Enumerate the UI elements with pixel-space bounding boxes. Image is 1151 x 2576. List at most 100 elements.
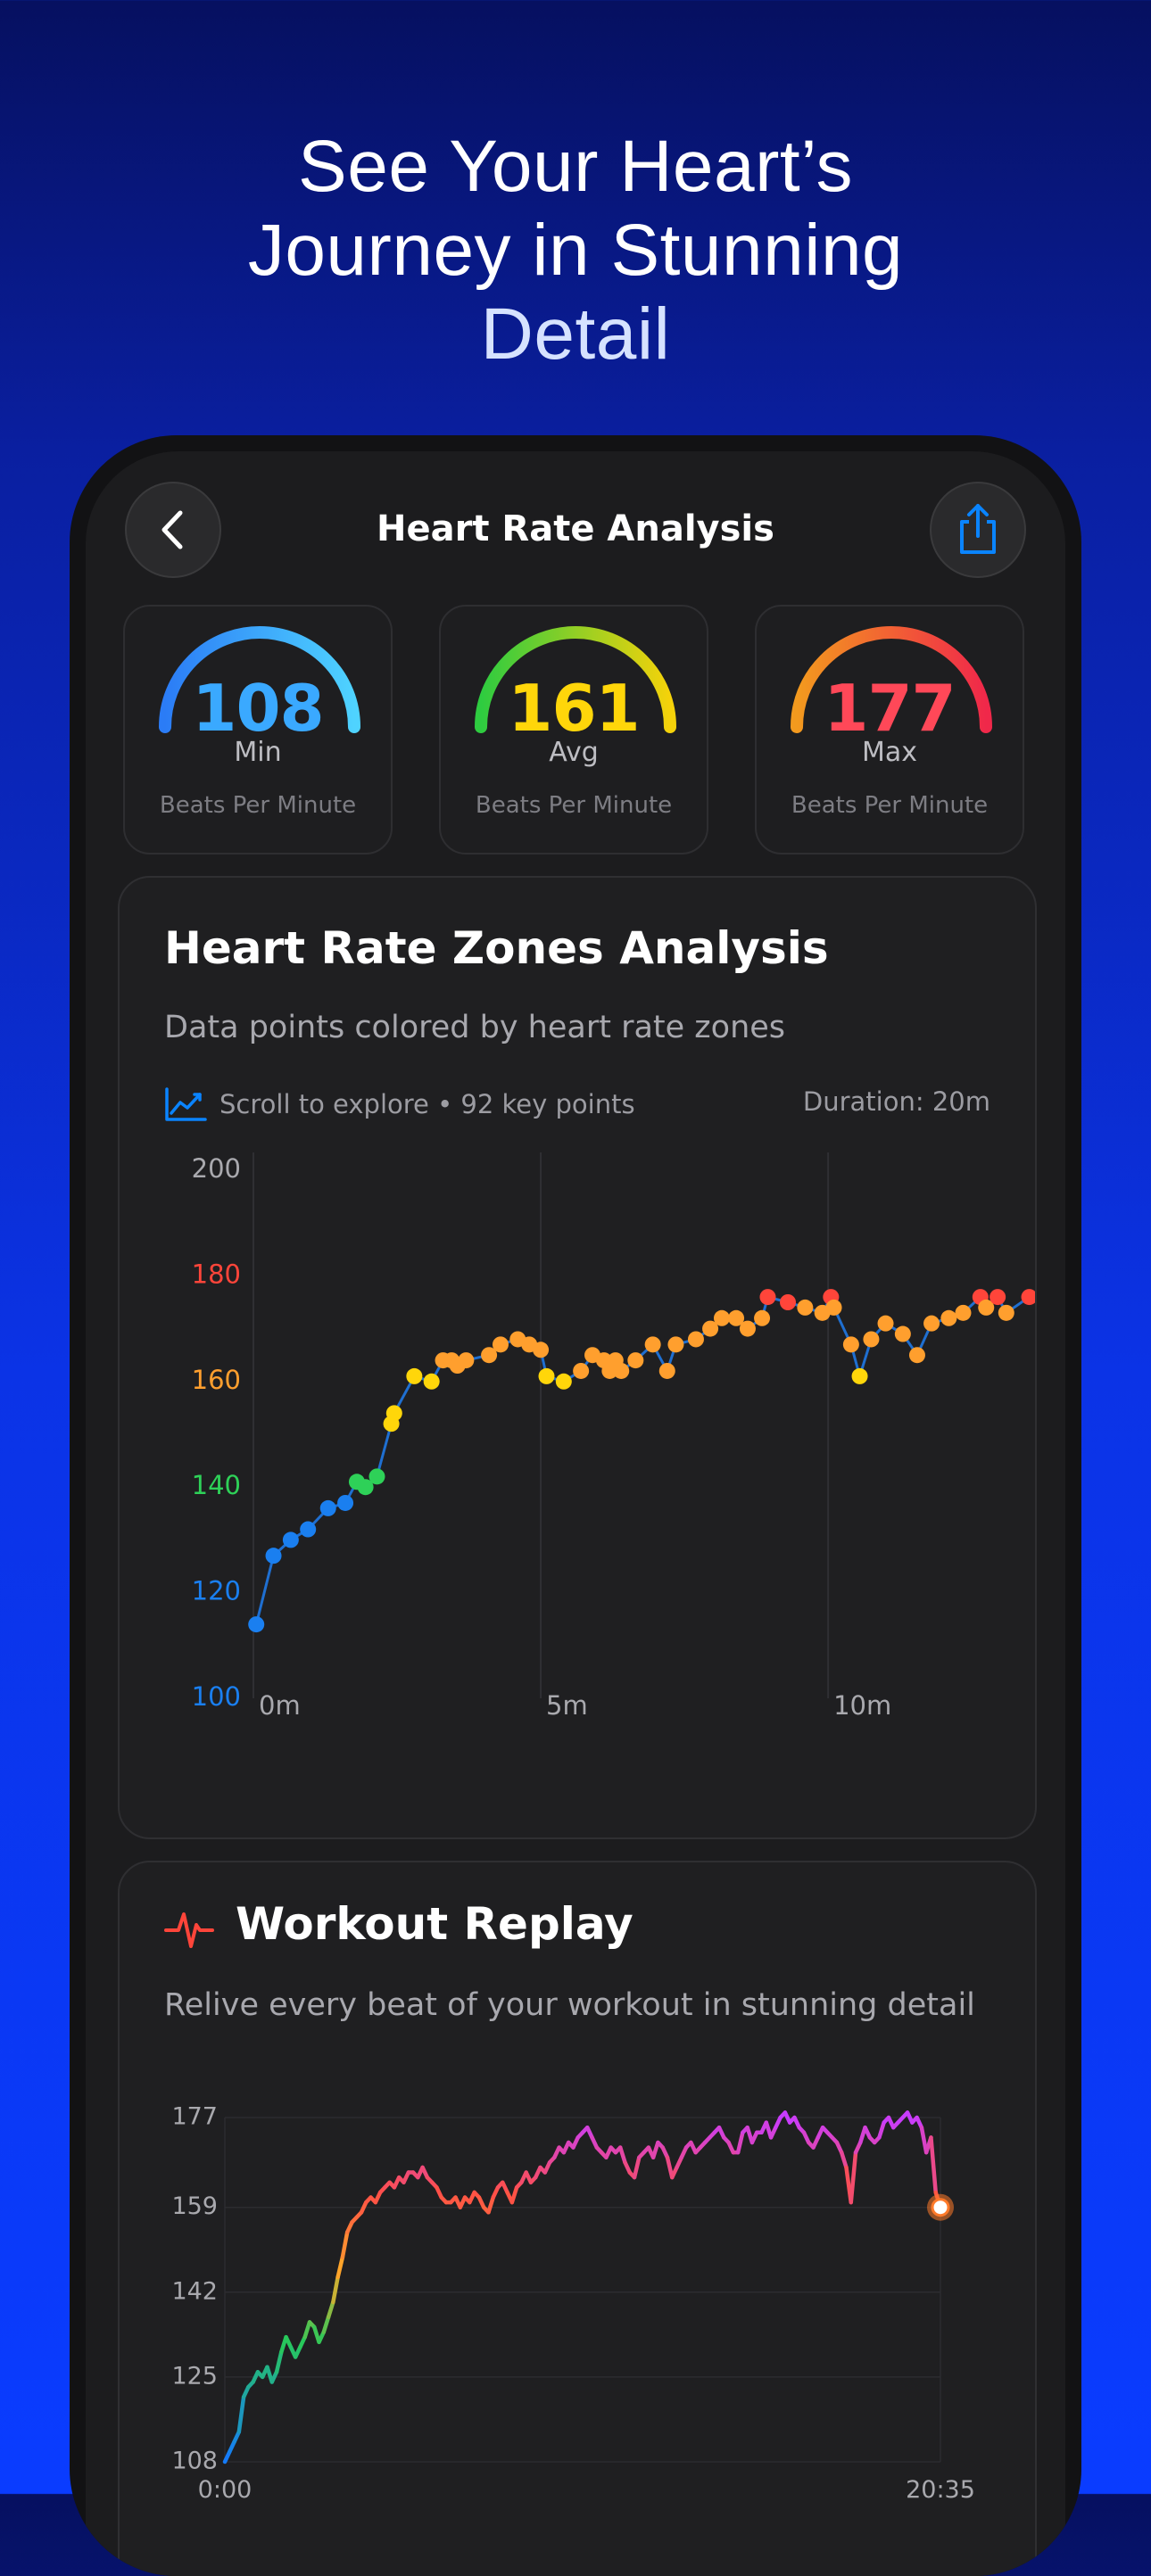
- max-gauge-card: 177 Max Beats Per Minute: [755, 605, 1024, 855]
- y-tick-label: 100: [192, 1681, 241, 1712]
- data-point: [573, 1362, 590, 1379]
- phone-frame: Heart Rate Analysis 108 Min Beats Per Mi…: [70, 435, 1081, 2576]
- data-point: [538, 1367, 555, 1384]
- y-tick-label: 200: [192, 1153, 241, 1184]
- replay-series-segment: [839, 2150, 849, 2170]
- max-unit: Beats Per Minute: [791, 792, 989, 819]
- data-point: [998, 1304, 1014, 1321]
- y-tick-label: 108: [171, 2448, 218, 2475]
- y-tick-label: 177: [171, 2103, 218, 2131]
- data-point: [248, 1616, 265, 1633]
- promo-line-1: See Your Heart’s: [298, 126, 853, 207]
- share-button[interactable]: [930, 482, 1026, 578]
- replay-series-segment: [274, 2349, 284, 2374]
- app-screen: Heart Rate Analysis 108 Min Beats Per Mi…: [86, 451, 1065, 2576]
- y-tick-label: 140: [192, 1470, 241, 1500]
- data-point: [851, 1367, 868, 1384]
- replay-series-segment: [849, 2150, 858, 2205]
- page-title: Heart Rate Analysis: [377, 508, 774, 549]
- data-point: [265, 1548, 282, 1565]
- replay-series-segment: [509, 2185, 519, 2205]
- zones-title: Heart Rate Zones Analysis: [164, 922, 829, 974]
- max-value: 177: [824, 671, 956, 746]
- zones-scatter-chart[interactable]: 0m 5m 10m 200 180 160 140 120 100: [120, 1145, 1035, 1770]
- replay-series-segment: [302, 2320, 312, 2340]
- replay-series-segment: [877, 2120, 886, 2140]
- data-point: [423, 1373, 440, 1390]
- x-tick-label: 5m: [546, 1690, 588, 1721]
- scroll-hint: Scroll to explore • 92 key points: [164, 1086, 635, 1122]
- x-tick-label: 0m: [259, 1690, 301, 1721]
- share-icon: [960, 504, 996, 554]
- y-tick-label: 120: [192, 1576, 241, 1606]
- data-point: [319, 1499, 336, 1516]
- current-position-marker: [931, 2198, 950, 2217]
- zones-series-line: [254, 1295, 1031, 1625]
- y-tick-label: 180: [192, 1259, 241, 1289]
- data-point: [368, 1468, 385, 1485]
- replay-series-segment: [632, 2155, 642, 2180]
- replay-series-segment: [617, 2145, 627, 2165]
- avg-gauge-card: 161 Avg Beats Per Minute: [439, 605, 708, 855]
- min-gauge-card: 108 Min Beats Per Minute: [123, 605, 393, 855]
- y-tick-label: 142: [171, 2277, 218, 2305]
- avg-unit: Beats Per Minute: [475, 792, 673, 819]
- data-point: [385, 1405, 402, 1422]
- data-point: [658, 1362, 675, 1379]
- replay-series-segment: [929, 2135, 938, 2195]
- min-value: 108: [192, 671, 324, 746]
- replay-series-segment: [486, 2195, 495, 2215]
- data-point: [337, 1494, 354, 1511]
- data-point: [282, 1532, 299, 1548]
- min-label: Min: [234, 737, 282, 768]
- min-unit: Beats Per Minute: [159, 792, 357, 819]
- data-point: [533, 1342, 550, 1358]
- scroll-hint-text: Scroll to explore • 92 key points: [219, 1089, 635, 1119]
- duration-text: Duration: 20m: [802, 1086, 990, 1117]
- x-tick-label: 10m: [833, 1690, 891, 1721]
- max-label: Max: [861, 737, 918, 768]
- data-point: [644, 1336, 661, 1353]
- data-point: [458, 1352, 475, 1369]
- data-point: [300, 1521, 317, 1538]
- replay-series-segment: [321, 2315, 331, 2334]
- data-point: [754, 1309, 771, 1326]
- data-point: [825, 1299, 842, 1316]
- x-tick-label: 20:35: [906, 2476, 975, 2504]
- replay-title: Workout Replay: [236, 1898, 633, 1950]
- data-point: [940, 1309, 957, 1326]
- data-point: [613, 1362, 630, 1379]
- avg-value: 161: [508, 671, 640, 746]
- data-point: [955, 1304, 972, 1321]
- promo-line-3: Detail: [480, 293, 671, 375]
- data-point: [759, 1289, 776, 1306]
- replay-line-chart[interactable]: 177 159 142 125 1080:00 20:35: [120, 2076, 1035, 2540]
- heartbeat-icon: [164, 1912, 214, 1948]
- replay-series-segment: [650, 2140, 660, 2160]
- promo-line-2: Journey in Stunning: [247, 210, 904, 291]
- replay-card: Workout Replay Relive every beat of your…: [118, 1861, 1037, 2576]
- data-point: [894, 1325, 911, 1342]
- line-chart-icon: [165, 1087, 207, 1121]
- data-point: [555, 1373, 572, 1390]
- data-point: [863, 1331, 880, 1348]
- promo-headline: See Your Heart’s Journey in Stunning Det…: [0, 125, 1151, 376]
- data-point: [842, 1336, 859, 1353]
- data-point: [908, 1347, 925, 1364]
- data-point: [739, 1320, 756, 1337]
- data-point: [492, 1336, 509, 1353]
- data-point: [687, 1331, 704, 1348]
- data-point: [780, 1294, 797, 1310]
- zones-info-row: Scroll to explore • 92 key points Durati…: [164, 1086, 990, 1122]
- data-point: [990, 1289, 1006, 1306]
- data-point: [713, 1309, 730, 1326]
- replay-series-segment: [326, 2299, 335, 2320]
- zones-subtitle: Data points colored by heart rate zones: [164, 1010, 786, 1045]
- data-point: [406, 1367, 423, 1384]
- data-point: [797, 1299, 814, 1316]
- y-tick-label: 160: [192, 1365, 241, 1395]
- zones-card: Heart Rate Zones Analysis Data points co…: [118, 876, 1037, 1839]
- replay-series-segment: [331, 2275, 340, 2305]
- replay-series-segment: [335, 2255, 345, 2280]
- replay-series-segment: [236, 2395, 246, 2434]
